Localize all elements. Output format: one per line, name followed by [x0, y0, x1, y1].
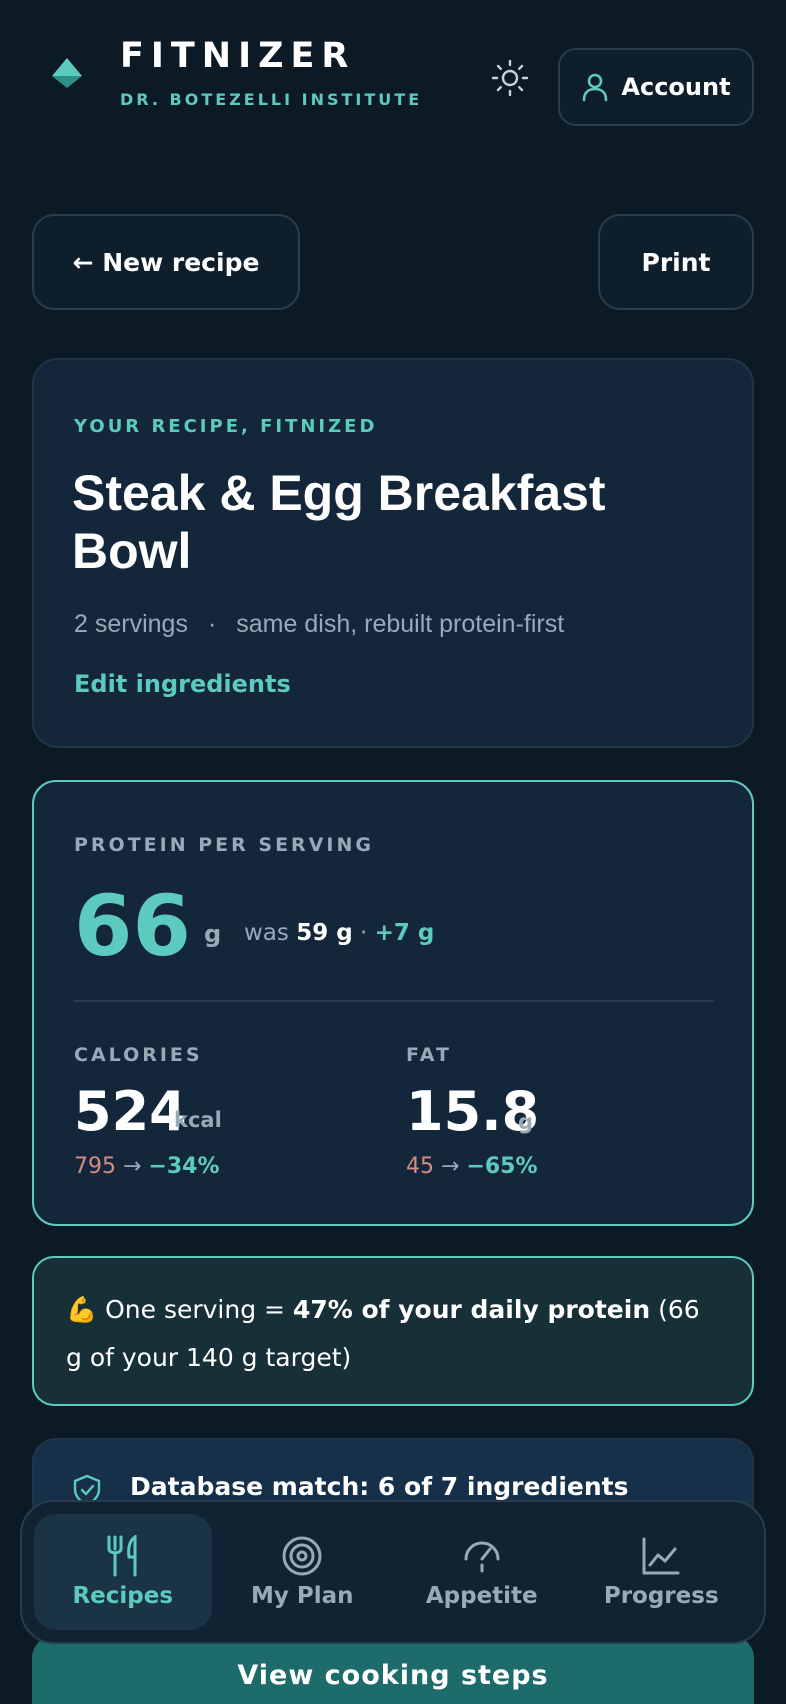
print-button[interactable]: Print [598, 214, 754, 310]
nav-label-progress: Progress [603, 1583, 719, 1609]
account-label: Account [621, 73, 731, 101]
target-icon [282, 1536, 322, 1576]
protein-dot: · [360, 920, 368, 946]
bottom-navigation: Recipes My Plan Appetite Progress [20, 1500, 766, 1644]
callout-highlight: 47% of your daily protein [292, 1295, 651, 1324]
daily-protein-callout: 💪 One serving = 47% of your daily protei… [32, 1256, 754, 1406]
view-cooking-steps-button[interactable]: View cooking steps [32, 1636, 754, 1704]
recipe-card: YOUR RECIPE, FITNIZED Steak & Egg Breakf… [32, 358, 754, 748]
utensils-icon [107, 1535, 137, 1577]
gauge-icon [464, 1541, 500, 1573]
protein-was-prefix: was [244, 920, 289, 946]
nav-label-recipes: Recipes [72, 1583, 174, 1609]
fat-old: 45 [406, 1154, 434, 1179]
recipe-description: same dish, rebuilt protein-first [236, 610, 565, 638]
brand-logo-icon [52, 58, 82, 88]
nav-item-progress[interactable]: Progress [573, 1514, 751, 1630]
calories-change: 795 → −34% [74, 1154, 220, 1179]
fat-label: FAT [406, 1044, 452, 1066]
nutrition-divider [74, 1000, 714, 1002]
account-button[interactable]: Account [558, 48, 754, 126]
calories-arrow: → [123, 1154, 142, 1179]
protein-was-value: 59 g [296, 920, 353, 946]
protein-comparison: was 59 g · +7 g [244, 920, 434, 946]
nav-item-appetite[interactable]: Appetite [393, 1514, 571, 1630]
fat-unit: g [518, 1110, 534, 1134]
calories-unit: kcal [174, 1108, 222, 1132]
calories-old: 795 [74, 1154, 116, 1179]
user-icon [583, 73, 608, 102]
callout-prefix: One serving = [105, 1295, 293, 1324]
flexed-biceps-icon: 💪 [66, 1295, 98, 1324]
database-match-text: Database match: 6 of 7 ingredients [130, 1472, 629, 1501]
sun-icon [491, 59, 529, 97]
protein-unit: g [204, 920, 222, 948]
calories-value: 524 [74, 1080, 187, 1143]
nav-item-recipes[interactable]: Recipes [34, 1514, 212, 1630]
recipe-eyebrow: YOUR RECIPE, FITNIZED [74, 416, 378, 437]
edit-ingredients-link[interactable]: Edit ingredients [74, 670, 291, 698]
brand-title: FITNIZER [120, 36, 356, 76]
fat-change: 45 → −65% [406, 1154, 538, 1179]
nutrition-card: PROTEIN PER SERVING 66 g was 59 g · +7 g… [32, 780, 754, 1226]
nav-label-appetite: Appetite [425, 1583, 538, 1609]
brand-subtitle: DR. BOTEZELLI INSTITUTE [120, 90, 423, 109]
theme-toggle-button[interactable] [488, 56, 532, 100]
recipe-title: Steak & Egg Breakfast Bowl [72, 465, 606, 579]
calories-change-pct: −34% [148, 1154, 220, 1179]
fat-arrow: → [441, 1154, 460, 1179]
meta-separator: · [207, 610, 217, 638]
nav-item-my-plan[interactable]: My Plan [214, 1514, 392, 1630]
fat-change-pct: −65% [466, 1154, 538, 1179]
protein-value: 66 [74, 877, 191, 975]
protein-delta: +7 g [374, 920, 435, 946]
protein-label: PROTEIN PER SERVING [74, 834, 374, 856]
calories-label: CALORIES [74, 1044, 203, 1066]
new-recipe-button[interactable]: ← New recipe [32, 214, 300, 310]
recipe-meta: 2 servings · same dish, rebuilt protein-… [74, 610, 564, 639]
nav-label-my-plan: My Plan [250, 1583, 354, 1609]
servings-count: 2 servings [74, 610, 188, 638]
chart-line-icon [642, 1537, 680, 1575]
